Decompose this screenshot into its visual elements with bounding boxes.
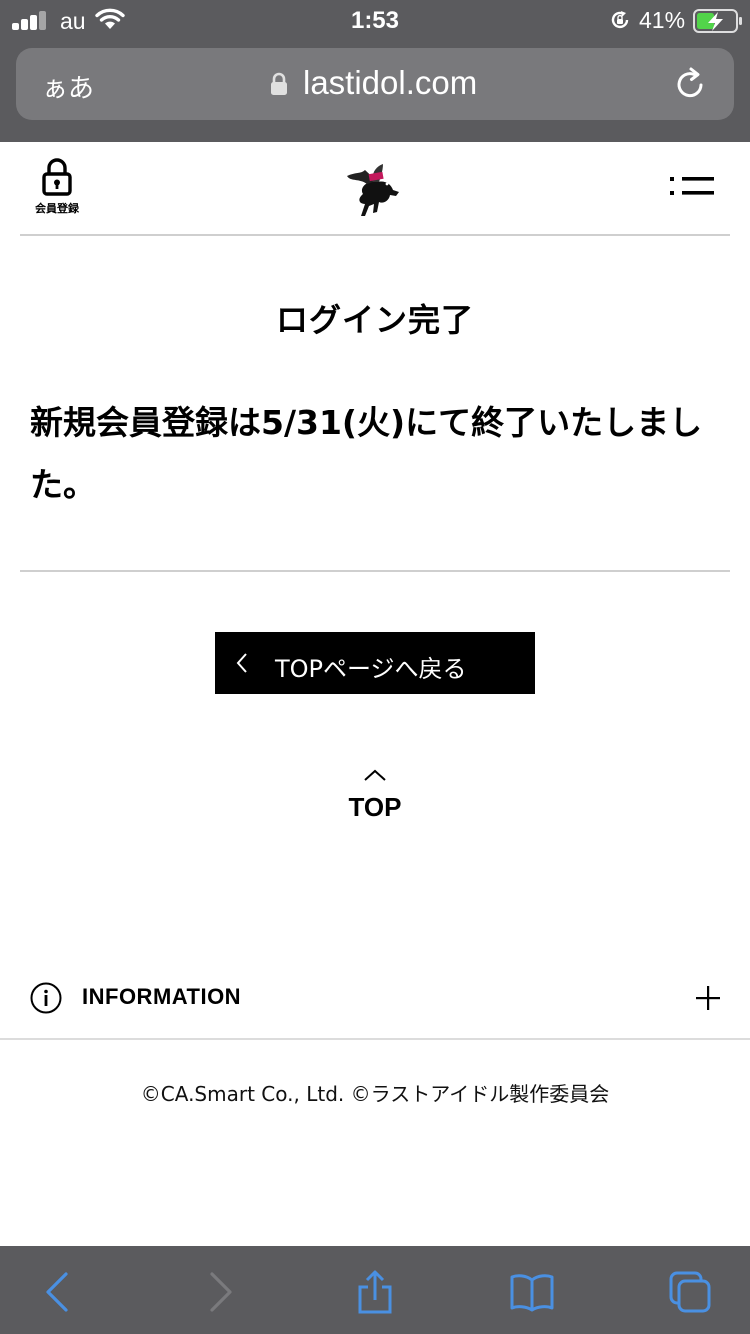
menu-icon[interactable] [664, 174, 720, 202]
bookmarks-icon[interactable] [510, 1270, 554, 1314]
status-bar: au 1:53 41% [0, 0, 750, 42]
back-button-label: TOPページへ戻る [275, 655, 467, 683]
orientation-lock-icon [611, 11, 629, 29]
carrier-name: au [60, 8, 86, 34]
information-accordion[interactable]: INFORMATION [0, 966, 750, 1040]
chevron-left-icon [236, 653, 247, 673]
url-text[interactable]: lastidol.com [303, 64, 477, 102]
address-bar[interactable]: ぁあ lastidol.com [16, 48, 734, 120]
scroll-to-top-link[interactable]: TOP [330, 762, 420, 836]
reload-icon[interactable] [672, 66, 708, 102]
copyright-text: ©CA.Smart Co., Ltd. ©ラストアイドル製作委員会 [140, 1082, 610, 1106]
forward-arrow-icon[interactable] [198, 1270, 242, 1314]
pegasus-logo[interactable] [343, 160, 409, 218]
chevron-up-icon [364, 769, 386, 781]
back-to-top-page-button[interactable]: TOPページへ戻る [215, 632, 535, 694]
plus-icon[interactable] [694, 984, 722, 1012]
browser-toolbar [0, 1246, 750, 1334]
cellular-signal-icon [12, 10, 48, 30]
header-divider [20, 234, 730, 236]
registration-closed-notice: 新規会員登録は5/31(火)にて終了いたしました。 [30, 403, 703, 504]
info-icon [30, 982, 62, 1014]
text-size-button[interactable]: ぁあ [42, 68, 94, 105]
content-divider [20, 570, 730, 572]
battery-charging-icon [693, 9, 742, 33]
information-label: INFORMATION [82, 984, 242, 1009]
padlock-icon [42, 158, 72, 196]
scroll-to-top-label: TOP [348, 792, 402, 822]
back-arrow-icon[interactable] [36, 1270, 80, 1314]
secure-lock-icon [271, 72, 287, 95]
member-registration-label: 会員登録 [35, 202, 79, 215]
battery-percentage: 41% [639, 7, 686, 33]
share-icon[interactable] [353, 1270, 397, 1314]
wifi-icon [95, 8, 125, 29]
tabs-icon[interactable] [668, 1270, 712, 1314]
member-registration-button[interactable]: 会員登録 [28, 158, 86, 224]
browser-chrome-top: au 1:53 41% ぁあ lastidol.com [0, 0, 750, 142]
site-header: 会員登録 [0, 142, 750, 236]
page-title: ログイン完了 [275, 301, 474, 339]
footer-divider [0, 1038, 750, 1040]
